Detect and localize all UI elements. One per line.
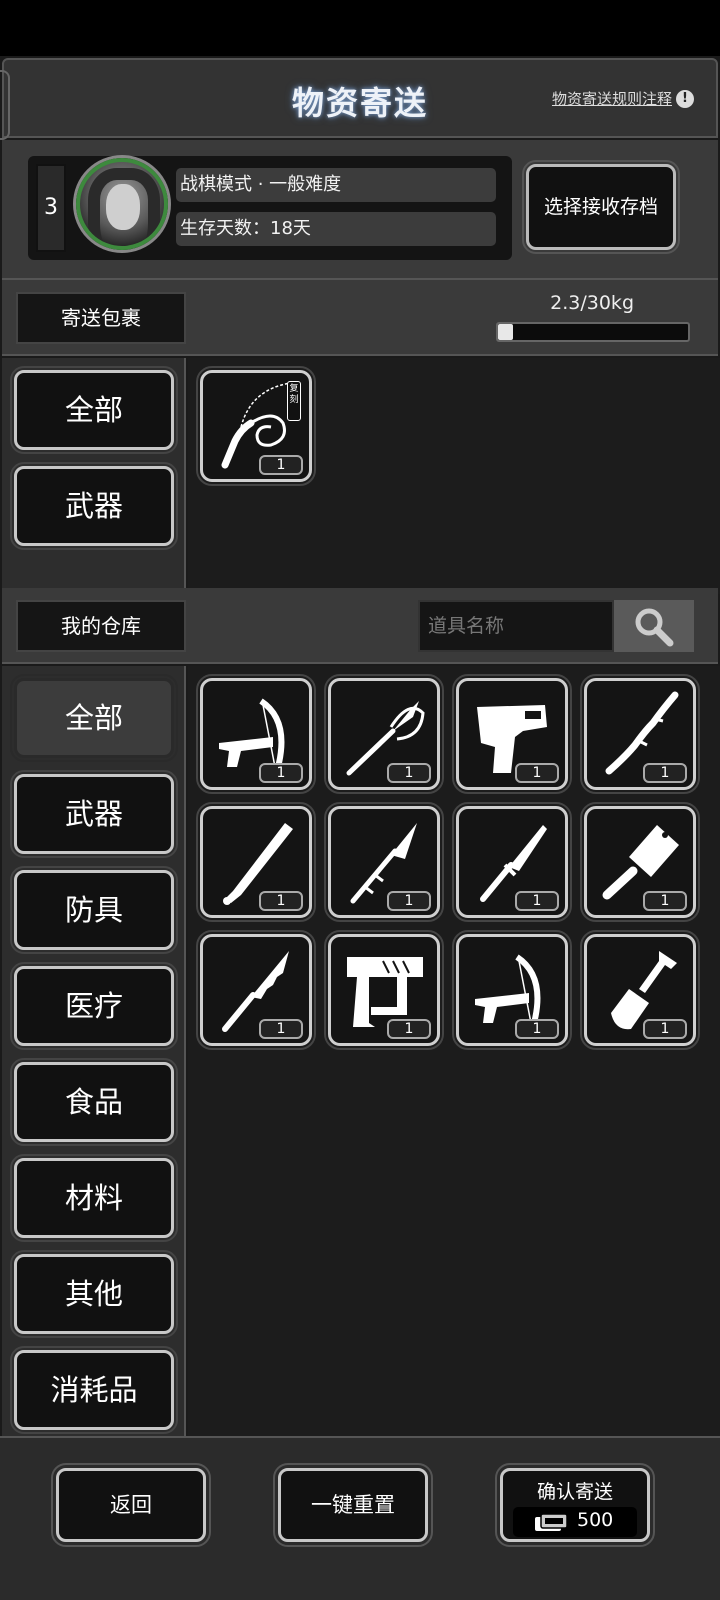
info-icon[interactable]: !: [676, 90, 694, 108]
avatar: [76, 158, 168, 250]
warehouse-item-slot[interactable]: 1: [452, 802, 572, 922]
item-count: 1: [515, 891, 559, 911]
save-info-card: 3 战棋模式 · 一般难度 生存天数：18天: [28, 156, 512, 260]
item-count: 1: [259, 1019, 303, 1039]
select-save-button[interactable]: 选择接收存档: [522, 160, 680, 254]
parcel-section-bar: 寄送包裹 2.3/30kg: [2, 280, 718, 356]
warehouse-section-bar: 我的仓库 道具名称: [2, 588, 718, 664]
reset-button[interactable]: 一键重置: [273, 1463, 433, 1547]
profile-bar: 3 战棋模式 · 一般难度 生存天数：18天 选择接收存档: [2, 140, 718, 280]
warehouse-category-other[interactable]: 其他: [10, 1250, 178, 1338]
warehouse-item-slot[interactable]: 1: [452, 930, 572, 1050]
parcel-item-grid: 复刻 1: [188, 358, 720, 594]
search-input[interactable]: 道具名称: [418, 600, 614, 652]
item-count: 1: [259, 891, 303, 911]
warehouse-category-consumables[interactable]: 消耗品: [10, 1346, 178, 1434]
game-mode-text: 战棋模式 · 一般难度: [176, 168, 496, 202]
header-bar: 物资寄送 物资寄送规则注释 !: [2, 58, 718, 138]
parcel-category-all[interactable]: 全部: [10, 366, 178, 454]
warehouse-category-armor[interactable]: 防具: [10, 866, 178, 954]
warehouse-category-weapons[interactable]: 武器: [10, 770, 178, 858]
footer-bar: 返回 一键重置 确认寄送 500: [0, 1436, 720, 1600]
warehouse-category-sidebar: 全部 武器 防具 医疗 食品 材料 其他 消耗品: [2, 666, 186, 1436]
parcel-category-sidebar: 全部 武器: [2, 358, 186, 594]
confirm-send-button[interactable]: 确认寄送 500: [495, 1463, 655, 1547]
item-count: 1: [387, 1019, 431, 1039]
warehouse-label: 我的仓库: [16, 600, 186, 652]
search-icon: [635, 608, 674, 647]
parcel-item-slot[interactable]: 复刻 1: [196, 366, 316, 486]
weight-text: 2.3/30kg: [550, 292, 634, 314]
tag-badge: 复刻: [287, 381, 301, 421]
item-count: 1: [643, 891, 687, 911]
warehouse-item-slot[interactable]: 1: [580, 674, 700, 794]
item-count: 1: [387, 891, 431, 911]
warehouse-item-slot[interactable]: 1: [196, 802, 316, 922]
warehouse-item-slot[interactable]: 1: [324, 930, 444, 1050]
warehouse-item-slot[interactable]: 1: [196, 930, 316, 1050]
item-count: 1: [643, 763, 687, 783]
warehouse-item-slot[interactable]: 1: [196, 674, 316, 794]
level-badge: 3: [36, 164, 66, 252]
search-button[interactable]: [614, 600, 694, 652]
warehouse-item-slot[interactable]: 1: [580, 802, 700, 922]
warehouse-category-medical[interactable]: 医疗: [10, 962, 178, 1050]
item-count: 1: [387, 763, 431, 783]
item-count: 1: [515, 763, 559, 783]
warehouse-item-slot[interactable]: 1: [580, 930, 700, 1050]
warehouse-category-all[interactable]: 全部: [10, 674, 178, 762]
warehouse-item-slot[interactable]: 1: [324, 674, 444, 794]
confirm-send-label: 确认寄送: [536, 1481, 613, 1503]
survival-days-text: 生存天数：18天: [176, 212, 496, 246]
warehouse-category-materials[interactable]: 材料: [10, 1154, 178, 1242]
warehouse-item-grid: 1 1 1 1 1 1 1 1 1 1 1 1: [188, 666, 720, 1436]
item-count: 1: [643, 1019, 687, 1039]
avatar-face-shape: [106, 184, 140, 230]
weight-progress-fill: [498, 324, 513, 340]
side-tab-handle: [0, 70, 10, 140]
rules-link[interactable]: 物资寄送规则注释: [552, 88, 672, 109]
weight-progress-bar: [496, 322, 690, 342]
warehouse-item-slot[interactable]: 1: [452, 674, 572, 794]
item-count: 1: [515, 1019, 559, 1039]
warehouse-category-food[interactable]: 食品: [10, 1058, 178, 1146]
warehouse-item-slot[interactable]: 1: [324, 802, 444, 922]
item-count: 1: [259, 763, 303, 783]
item-count: 1: [259, 455, 303, 475]
parcel-label: 寄送包裹: [16, 292, 186, 344]
ticket-icon: [535, 1513, 568, 1531]
parcel-category-weapons[interactable]: 武器: [10, 462, 178, 550]
back-button[interactable]: 返回: [51, 1463, 211, 1547]
cost-box: 500: [513, 1507, 637, 1537]
cost-value: 500: [577, 1509, 614, 1531]
